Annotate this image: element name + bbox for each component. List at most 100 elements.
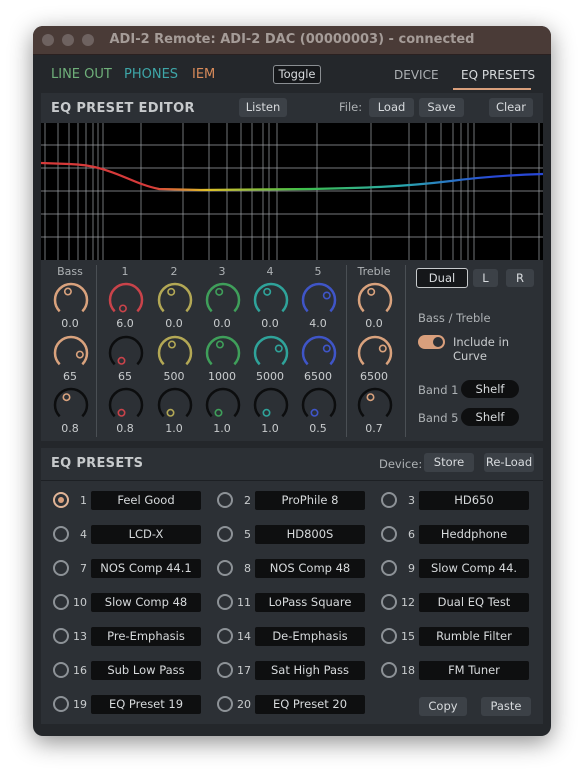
treble-q-value: 0.7 bbox=[365, 422, 383, 435]
clear-button[interactable]: Clear bbox=[489, 98, 533, 117]
preset-radio-15[interactable] bbox=[381, 628, 397, 644]
dual-button[interactable]: Dual bbox=[416, 268, 468, 288]
listen-button[interactable]: Listen bbox=[239, 98, 287, 117]
band5-gain-knob[interactable] bbox=[300, 281, 338, 319]
preset-name-19[interactable]: EQ Preset 19 bbox=[91, 695, 201, 714]
reload-button[interactable]: Re-Load bbox=[484, 453, 534, 472]
preset-name-13[interactable]: Pre-Emphasis bbox=[91, 627, 201, 646]
eq-presets-panel: EQ PRESETS Device: Store Re-Load 1 Feel G… bbox=[41, 448, 543, 724]
eq-curve-graph[interactable] bbox=[41, 123, 543, 260]
preset-radio-7[interactable] bbox=[53, 560, 69, 576]
preset-radio-14[interactable] bbox=[217, 628, 233, 644]
band5-shelf-button[interactable]: Shelf bbox=[461, 408, 519, 426]
band5-q-value: 0.5 bbox=[309, 422, 327, 435]
store-button[interactable]: Store bbox=[424, 453, 474, 472]
band4-gain-value: 0.0 bbox=[261, 317, 279, 330]
preset-name-9[interactable]: Slow Comp 44. bbox=[419, 559, 529, 578]
preset-radio-5[interactable] bbox=[217, 526, 233, 542]
controls-divider bbox=[405, 265, 406, 437]
bass-freq-value: 65 bbox=[63, 370, 77, 383]
band3-q-value: 1.0 bbox=[213, 422, 231, 435]
preset-radio-10[interactable] bbox=[53, 594, 69, 610]
preset-name-4[interactable]: LCD-X bbox=[91, 525, 201, 544]
bass-gain-knob[interactable] bbox=[52, 281, 90, 319]
preset-name-2[interactable]: ProPhile 8 bbox=[255, 491, 365, 510]
editor-title: EQ PRESET EDITOR bbox=[51, 101, 195, 116]
band3-freq-knob[interactable] bbox=[204, 334, 242, 372]
tab-phones[interactable]: PHONES bbox=[124, 67, 178, 82]
preset-name-15[interactable]: Rumble Filter bbox=[419, 627, 529, 646]
band2-gain-knob[interactable] bbox=[156, 281, 194, 319]
bass-q-knob[interactable] bbox=[52, 386, 90, 424]
band4-gain-knob[interactable] bbox=[252, 281, 290, 319]
band1-freq-knob[interactable] bbox=[107, 334, 145, 372]
right-channel-button[interactable]: R bbox=[506, 269, 534, 287]
preset-name-6[interactable]: Heddphone bbox=[419, 525, 529, 544]
preset-name-17[interactable]: Sat High Pass bbox=[255, 661, 365, 680]
band-header-1: 1 bbox=[121, 265, 129, 278]
preset-name-18[interactable]: FM Tuner bbox=[419, 661, 529, 680]
preset-radio-17[interactable] bbox=[217, 662, 233, 678]
tab-device[interactable]: DEVICE bbox=[394, 68, 439, 82]
preset-radio-8[interactable] bbox=[217, 560, 233, 576]
band1-freq-value: 65 bbox=[118, 370, 132, 383]
band-header-bass: Bass bbox=[57, 265, 83, 278]
include-in-curve-toggle[interactable] bbox=[418, 335, 445, 349]
preset-name-5[interactable]: HD800S bbox=[255, 525, 365, 544]
preset-radio-11[interactable] bbox=[217, 594, 233, 610]
preset-name-3[interactable]: HD650 bbox=[419, 491, 529, 510]
preset-name-14[interactable]: De-Emphasis bbox=[255, 627, 365, 646]
preset-name-8[interactable]: NOS Comp 48 bbox=[255, 559, 365, 578]
preset-radio-20[interactable] bbox=[217, 696, 233, 712]
bass-freq-knob[interactable] bbox=[52, 334, 90, 372]
preset-radio-1[interactable] bbox=[53, 492, 69, 508]
preset-radio-4[interactable] bbox=[53, 526, 69, 542]
preset-number: 3 bbox=[408, 494, 415, 507]
active-tab-underline bbox=[453, 88, 531, 90]
preset-radio-13[interactable] bbox=[53, 628, 69, 644]
preset-radio-2[interactable] bbox=[217, 492, 233, 508]
preset-radio-6[interactable] bbox=[381, 526, 397, 542]
paste-button[interactable]: Paste bbox=[481, 697, 531, 716]
preset-name-10[interactable]: Slow Comp 48 bbox=[91, 593, 201, 612]
band3-q-knob[interactable] bbox=[204, 386, 242, 424]
save-button[interactable]: Save bbox=[419, 98, 464, 117]
band1-q-knob[interactable] bbox=[107, 386, 145, 424]
preset-radio-9[interactable] bbox=[381, 560, 397, 576]
preset-name-11[interactable]: LoPass Square bbox=[255, 593, 365, 612]
band4-q-knob[interactable] bbox=[252, 386, 290, 424]
preset-number: 11 bbox=[237, 596, 251, 609]
left-channel-button[interactable]: L bbox=[473, 269, 498, 287]
preset-radio-3[interactable] bbox=[381, 492, 397, 508]
preset-radio-12[interactable] bbox=[381, 594, 397, 610]
band-header-2: 2 bbox=[170, 265, 178, 278]
copy-button[interactable]: Copy bbox=[419, 697, 467, 716]
preset-radio-19[interactable] bbox=[53, 696, 69, 712]
preset-name-7[interactable]: NOS Comp 44.1 bbox=[91, 559, 201, 578]
band5-freq-knob[interactable] bbox=[300, 334, 338, 372]
load-button[interactable]: Load bbox=[369, 98, 414, 117]
band1-gain-knob[interactable] bbox=[107, 281, 145, 319]
preset-radio-16[interactable] bbox=[53, 662, 69, 678]
tab-eq-presets[interactable]: EQ PRESETS bbox=[461, 68, 535, 82]
band2-freq-knob[interactable] bbox=[156, 334, 194, 372]
preset-name-16[interactable]: Sub Low Pass bbox=[91, 661, 201, 680]
preset-name-1[interactable]: Feel Good bbox=[91, 491, 201, 510]
preset-number: 7 bbox=[80, 562, 87, 575]
preset-number: 17 bbox=[237, 664, 251, 677]
band5-q-knob[interactable] bbox=[300, 386, 338, 424]
treble-freq-knob[interactable] bbox=[356, 334, 394, 372]
toggle-button[interactable]: Toggle bbox=[273, 65, 321, 84]
band3-gain-value: 0.0 bbox=[213, 317, 231, 330]
preset-name-20[interactable]: EQ Preset 20 bbox=[255, 695, 365, 714]
treble-gain-knob[interactable] bbox=[356, 281, 394, 319]
band4-freq-knob[interactable] bbox=[252, 334, 290, 372]
tab-iem[interactable]: IEM bbox=[192, 67, 215, 82]
preset-radio-18[interactable] bbox=[381, 662, 397, 678]
preset-name-12[interactable]: Dual EQ Test bbox=[419, 593, 529, 612]
tab-line-out[interactable]: LINE OUT bbox=[51, 67, 112, 82]
band2-q-knob[interactable] bbox=[156, 386, 194, 424]
treble-q-knob[interactable] bbox=[356, 386, 394, 424]
band1-shelf-button[interactable]: Shelf bbox=[461, 380, 519, 398]
band3-gain-knob[interactable] bbox=[204, 281, 242, 319]
